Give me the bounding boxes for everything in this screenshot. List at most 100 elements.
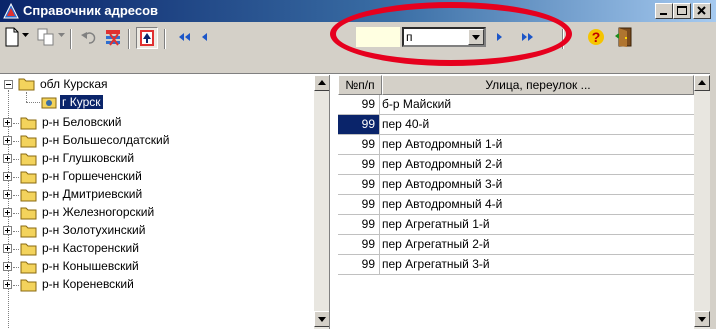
tree-item[interactable]: р-н Конышевский (0, 257, 310, 277)
table-row[interactable]: 99 пер Автодромный 1-й (338, 135, 694, 155)
separator (562, 29, 564, 49)
cell-number[interactable]: 99 (338, 135, 380, 154)
tree-item[interactable]: р-н Большесолдатский (0, 131, 310, 151)
tree-item[interactable]: р-н Дмитриевский (0, 185, 310, 205)
cell-number[interactable]: 99 (338, 115, 380, 134)
first-icon[interactable] (178, 32, 192, 54)
tree-item[interactable]: р-н Кореневский (0, 275, 310, 295)
combo-dropdown-button[interactable] (468, 29, 484, 45)
table-row[interactable]: 99 пер Автодромный 4-й (338, 195, 694, 215)
folder-icon (20, 152, 38, 166)
table-row[interactable]: 99 пер Агрегатный 1-й (338, 215, 694, 235)
cell-number[interactable]: 99 (338, 175, 380, 194)
title-bar[interactable]: Справочник адресов (0, 0, 716, 22)
next-icon[interactable] (494, 32, 504, 54)
expand-box[interactable] (3, 154, 12, 163)
expand-box[interactable] (3, 118, 12, 127)
folder-icon (20, 260, 38, 274)
cell-number[interactable]: 99 (338, 155, 380, 174)
last-icon[interactable] (520, 32, 534, 54)
filter-field[interactable] (356, 27, 400, 47)
cell-number[interactable]: 99 (338, 195, 380, 214)
expand-box[interactable] (3, 172, 12, 181)
help-icon[interactable]: ? (586, 27, 606, 49)
expand-box[interactable] (3, 226, 12, 235)
maximize-button[interactable] (673, 3, 691, 19)
region-tree[interactable]: обл Курская г Курск р-н Беловский р-н Бол… (0, 75, 330, 329)
tree-item-selected[interactable]: г Курск (60, 95, 103, 109)
table-row[interactable]: 99 пер Агрегатный 3-й (338, 255, 694, 275)
cell-street[interactable]: пер Агрегатный 3-й (382, 257, 490, 271)
close-button[interactable] (693, 3, 711, 19)
column-header-street[interactable]: Улица, переулок ... (382, 75, 694, 95)
streets-grid[interactable]: №п/п Улица, переулок ... 99 б-р Майский 99… (338, 75, 694, 329)
tree-item[interactable]: р-н Касторенский (0, 239, 310, 259)
cell-number[interactable]: 99 (338, 255, 380, 274)
sort-up-icon[interactable] (136, 27, 158, 49)
cell-street[interactable]: пер Агрегатный 2-й (382, 237, 490, 251)
delete-record-icon[interactable] (104, 27, 124, 49)
expand-box[interactable] (3, 280, 12, 289)
cell-number[interactable]: 99 (338, 235, 380, 254)
tree-line (13, 195, 19, 196)
dropdown-arrow-icon[interactable] (22, 33, 30, 55)
column-header-number[interactable]: №п/п (338, 75, 382, 95)
minimize-button[interactable] (655, 3, 673, 19)
table-row[interactable]: 99 б-р Майский (338, 95, 694, 115)
tree-item-label: р-н Дмитриевский (42, 187, 143, 201)
tree-root[interactable]: обл Курская (40, 77, 108, 91)
table-row[interactable]: 99 пер 40-й (338, 115, 694, 135)
undo-icon[interactable] (80, 28, 98, 50)
table-row[interactable]: 99 пер Агрегатный 2-й (338, 235, 694, 255)
cell-street[interactable]: пер 40-й (382, 117, 429, 131)
scroll-down-button[interactable] (694, 311, 710, 327)
tree-item[interactable]: р-н Золотухинский (0, 221, 310, 241)
expand-box[interactable] (3, 136, 12, 145)
tree-item-label: р-н Большесолдатский (42, 133, 170, 147)
street-type-combo[interactable]: п (402, 27, 486, 47)
cell-street[interactable]: пер Автодромный 3-й (382, 177, 502, 191)
tree-line (13, 141, 19, 142)
cell-street[interactable]: пер Автодромный 2-й (382, 157, 502, 171)
exit-door-icon[interactable] (614, 26, 636, 48)
expand-box[interactable] (3, 244, 12, 253)
cell-street[interactable]: пер Автодромный 4-й (382, 197, 502, 211)
cell-number[interactable]: 99 (338, 215, 380, 234)
tree-item-label: р-н Кореневский (42, 277, 134, 291)
tree-selected-wrap[interactable]: г Курск (60, 95, 103, 109)
window-frame (710, 22, 716, 329)
tree-item[interactable]: р-н Железногорский (0, 203, 310, 223)
cell-street[interactable]: б-р Майский (382, 97, 451, 111)
cell-street[interactable]: пер Агрегатный 1-й (382, 217, 490, 231)
folder-icon (20, 242, 38, 256)
cell-number[interactable]: 99 (338, 95, 380, 114)
scroll-down-button[interactable] (314, 311, 329, 327)
folder-icon (20, 206, 38, 220)
table-row[interactable]: 99 пер Автодромный 3-й (338, 175, 694, 195)
tree-line (13, 213, 19, 214)
grid-scrollbar[interactable] (694, 75, 710, 329)
expand-box[interactable] (3, 208, 12, 217)
copy-icon[interactable] (36, 27, 56, 49)
tree-item[interactable]: р-н Глушковский (0, 149, 310, 169)
folder-icon (20, 134, 38, 148)
prev-icon[interactable] (200, 32, 210, 54)
table-row[interactable]: 99 пер Автодромный 2-й (338, 155, 694, 175)
scroll-up-button[interactable] (694, 75, 710, 91)
tree-item-label: р-н Касторенский (42, 241, 139, 255)
expand-box[interactable] (3, 190, 12, 199)
new-document-icon[interactable] (4, 27, 20, 49)
expand-box[interactable] (3, 262, 12, 271)
tree-scrollbar[interactable] (314, 75, 329, 329)
city-icon (40, 95, 58, 109)
tree-item[interactable]: р-н Горшеченский (0, 167, 310, 187)
collapse-box[interactable] (4, 80, 13, 89)
tree-item[interactable]: р-н Беловский (0, 113, 310, 133)
dropdown-arrow-icon[interactable] (58, 33, 66, 55)
tree-line (13, 159, 19, 160)
grid-header: №п/п Улица, переулок ... (338, 75, 694, 95)
scroll-up-button[interactable] (314, 75, 329, 91)
tree-item-label: р-н Железногорский (42, 205, 155, 219)
tree-line (26, 92, 27, 102)
cell-street[interactable]: пер Автодромный 1-й (382, 137, 502, 151)
